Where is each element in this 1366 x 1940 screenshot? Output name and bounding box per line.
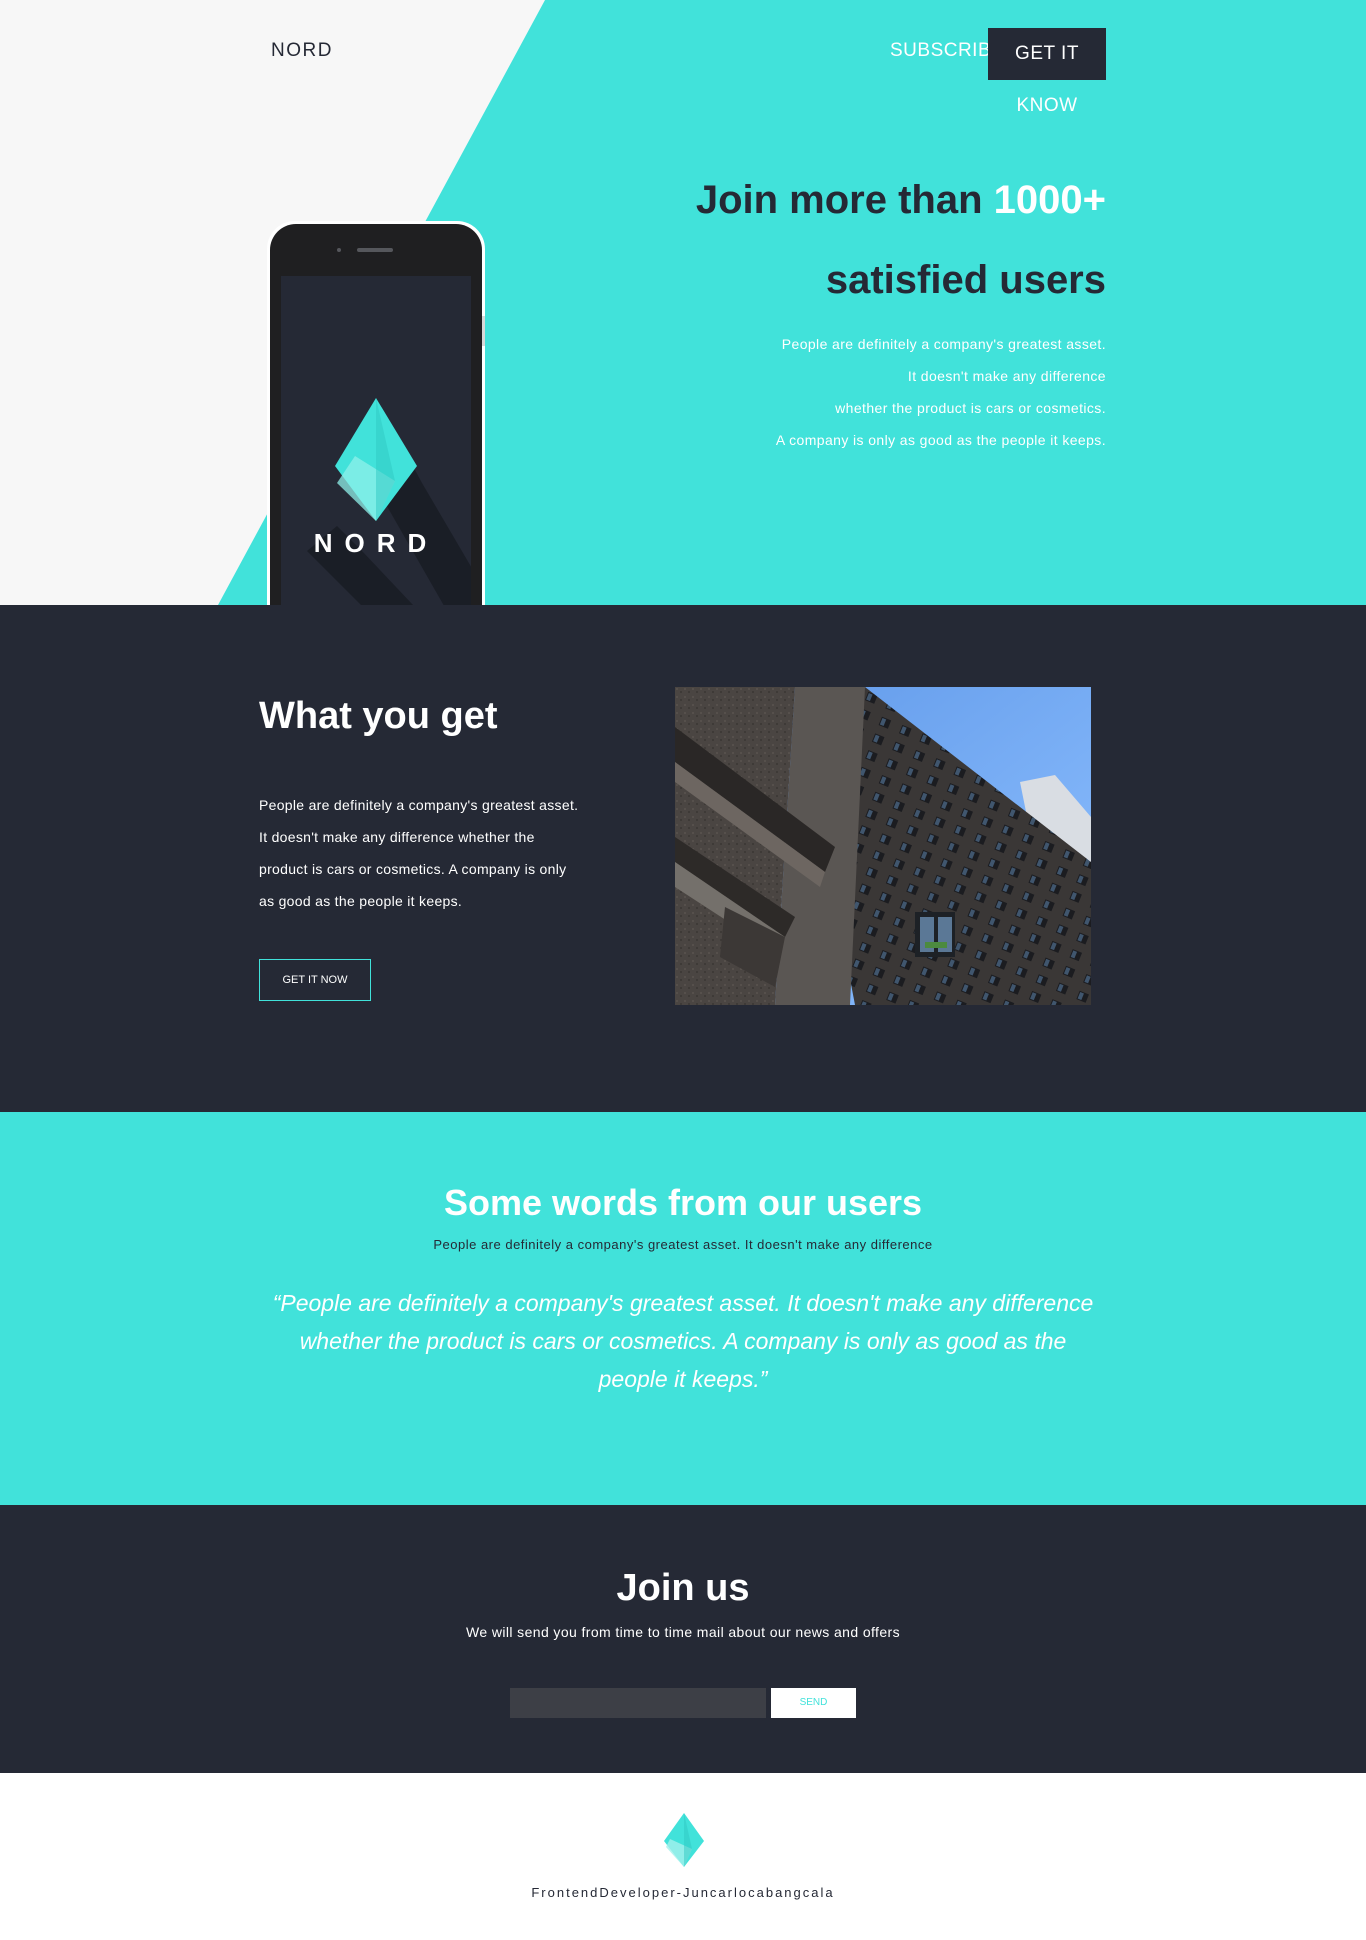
- hero-body-line: People are definitely a company's greate…: [781, 336, 1106, 352]
- email-field[interactable]: [510, 1688, 766, 1718]
- join-us-subtitle: We will send you from time to time mail …: [466, 1624, 900, 1640]
- what-you-get-section: What you get People are definitely a com…: [0, 605, 1366, 1112]
- testimonial-quote: “People are definitely a company's great…: [272, 1290, 1094, 1392]
- testimonial-section: Some words from our users People are def…: [0, 1112, 1366, 1505]
- join-us-section: Join us We will send you from time to ti…: [0, 1505, 1366, 1773]
- footer: FrontendDeveloper-Juncarlocabangcala: [0, 1773, 1366, 1940]
- hero-title-accent: 1000+: [993, 178, 1106, 222]
- phone-app-name: NORD: [313, 528, 439, 558]
- building-photo: [675, 687, 1091, 1005]
- hero-title-prefix: Join more than: [695, 178, 994, 222]
- footer-credit: FrontendDeveloper-Juncarlocabangcala: [531, 1885, 835, 1900]
- hero-title: Join more than 1000+ satisfied users: [506, 160, 1106, 320]
- hero-body-line: whether the product is cars or cosmetics…: [835, 400, 1106, 416]
- get-it-know-button[interactable]: GET IT KNOW: [988, 28, 1106, 116]
- testimonial-title: Some words from our users: [443, 1182, 923, 1223]
- join-us-title: Join us: [616, 1567, 750, 1609]
- send-button[interactable]: SEND: [771, 1688, 856, 1718]
- what-you-get-title: What you get: [259, 695, 498, 737]
- hero-title-line2: satisfied users: [825, 258, 1106, 302]
- hero-body: People are definitely a company's greate…: [506, 328, 1106, 456]
- what-you-get-body: People are definitely a company's greate…: [259, 797, 579, 909]
- site-logo[interactable]: NORD: [271, 40, 333, 62]
- testimonial-subtitle: People are definitely a company's greate…: [433, 1237, 933, 1252]
- hero-body-line: A company is only as good as the people …: [775, 432, 1106, 448]
- hero-body-line: It doesn't make any difference: [907, 368, 1106, 384]
- get-it-now-button[interactable]: GET IT NOW: [259, 959, 371, 1001]
- hero-section: NORD SUBSCRIBE GET IT KNOW NORD Join mor…: [0, 0, 1366, 605]
- nord-logo-icon: [664, 1813, 704, 1867]
